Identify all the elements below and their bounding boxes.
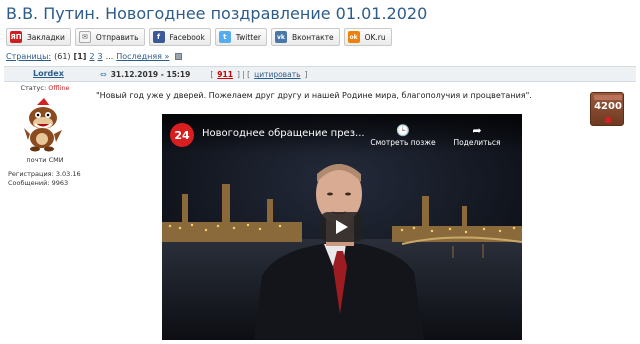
status-value: Offline bbox=[48, 84, 70, 92]
page-title: В.В. Путин. Новогоднее поздравление 01.0… bbox=[6, 4, 428, 23]
page-link-3[interactable]: 3 bbox=[98, 52, 103, 61]
vk-icon: vk bbox=[274, 31, 287, 43]
bookmarks-label: Закладки bbox=[27, 32, 65, 42]
registration-date: Регистрация: 3.03.16 bbox=[8, 170, 81, 178]
clock-icon: 🕒 bbox=[396, 124, 410, 137]
tasmanian-devil-avatar-icon bbox=[24, 98, 62, 152]
bracket-close-icon: ] bbox=[304, 70, 308, 79]
post-text: "Новый год уже у дверей. Пожелаем друг д… bbox=[96, 91, 532, 100]
twitter-icon: t bbox=[218, 31, 231, 43]
ok-icon: ok bbox=[347, 31, 360, 43]
status-label: Статус: bbox=[20, 84, 47, 92]
send-button[interactable]: ✉ Отправить bbox=[74, 28, 145, 46]
twitter-button[interactable]: t Twitter bbox=[214, 28, 267, 46]
vote-down-button[interactable] bbox=[605, 117, 611, 123]
current-page: [1] bbox=[73, 52, 87, 61]
play-button[interactable] bbox=[320, 212, 364, 242]
bracket-divider-icon: ] | [ bbox=[236, 70, 251, 79]
pages-count: (61) bbox=[54, 52, 71, 61]
share-video-label: Поделиться bbox=[453, 138, 501, 147]
yap-bookmarks-icon: ЯП bbox=[10, 31, 22, 43]
watch-later-label: Смотреть позже bbox=[370, 138, 436, 147]
vk-label: Вконтакте bbox=[291, 32, 334, 42]
mail-icon: ✉ bbox=[78, 31, 91, 43]
share-bar: ЯП Закладки ✉ Отправить f Facebook t Twi… bbox=[6, 28, 392, 46]
twitter-label: Twitter bbox=[235, 32, 261, 42]
pages-menu-icon[interactable] bbox=[175, 53, 183, 60]
vote-widget: 4200 bbox=[590, 92, 624, 126]
facebook-icon: f bbox=[152, 31, 165, 43]
vk-button[interactable]: vk Вконтакте bbox=[270, 28, 340, 46]
ok-button[interactable]: ok OK.ru bbox=[343, 28, 392, 46]
post-rating[interactable]: 911 bbox=[217, 70, 233, 79]
pagination: Страницы: (61) [1] 2 3 ... Последняя » bbox=[6, 52, 185, 61]
video-title[interactable]: Новогоднее обращение през... bbox=[202, 128, 365, 139]
post-author[interactable]: Lordex bbox=[33, 69, 64, 78]
post-date: 31.12.2019 - 15:19 bbox=[110, 70, 191, 79]
share-video-button[interactable]: ➦ Поделиться bbox=[437, 124, 517, 147]
author-stats: Регистрация: 3.03.16 Сообщений: 9963 bbox=[8, 170, 81, 188]
post-meta: ⇔ 31.12.2019 - 15:19 [ 911 ] | [ цитиров… bbox=[100, 70, 307, 79]
send-label: Отправить bbox=[95, 32, 139, 42]
watch-later-button[interactable]: 🕒 Смотреть позже bbox=[363, 124, 443, 147]
author-status: Статус: Offline bbox=[4, 84, 86, 92]
message-count: Сообщений: 9963 bbox=[8, 179, 69, 187]
pages-label[interactable]: Страницы: bbox=[6, 52, 51, 61]
vote-count: 4200 bbox=[594, 101, 622, 112]
author-panel: Статус: Offline почти СМИ Регистрация: 3… bbox=[4, 84, 86, 187]
post-anchor-icon[interactable]: ⇔ bbox=[100, 70, 107, 79]
author-rank: почти СМИ bbox=[26, 156, 64, 164]
pages-ellipsis: ... bbox=[105, 52, 114, 61]
play-icon bbox=[336, 220, 348, 234]
video-player[interactable]: 24 Новогоднее обращение през... 🕒 Смотре… bbox=[162, 114, 522, 340]
bracket-open-icon: [ bbox=[210, 70, 214, 79]
post-header: Lordex ⇔ 31.12.2019 - 15:19 [ 911 ] | [ … bbox=[4, 66, 636, 82]
facebook-button[interactable]: f Facebook bbox=[148, 28, 211, 46]
avatar[interactable] bbox=[22, 98, 66, 152]
page-link-2[interactable]: 2 bbox=[89, 52, 94, 61]
quote-link[interactable]: цитировать bbox=[254, 70, 300, 79]
channel-logo[interactable]: 24 bbox=[170, 123, 194, 147]
vote-up-button[interactable] bbox=[594, 95, 622, 100]
last-page-link[interactable]: Последняя » bbox=[116, 52, 169, 61]
facebook-label: Facebook bbox=[169, 32, 205, 42]
bookmarks-button[interactable]: ЯП Закладки bbox=[6, 28, 71, 46]
share-arrow-icon: ➦ bbox=[472, 124, 482, 137]
ok-label: OK.ru bbox=[364, 32, 386, 42]
